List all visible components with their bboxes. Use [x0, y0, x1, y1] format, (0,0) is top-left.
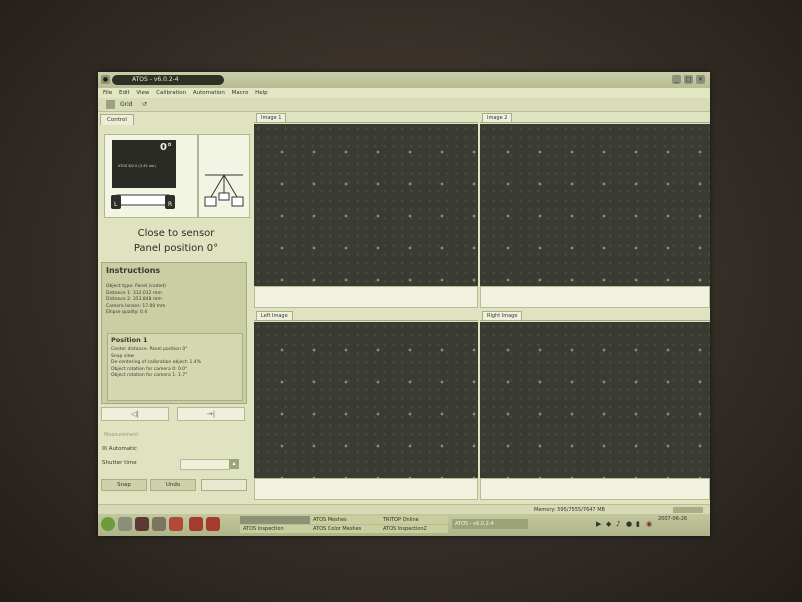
task-blank[interactable]: [240, 516, 310, 524]
task-atos-color-meshes[interactable]: ATOS Color Meshes: [310, 525, 380, 533]
instructions-text: Object type: Panel (coded) Distance 1: 3…: [106, 284, 166, 317]
instructions-box: Instructions Object type: Panel (coded) …: [101, 262, 247, 404]
maximize-icon[interactable]: □: [684, 75, 693, 84]
menu-bar: File Edit View Calibration Automation Ma…: [98, 88, 710, 98]
sensor-monitor-text: ATOS 6/2.0 (3.45 um): [118, 164, 156, 168]
image-1-view[interactable]: [254, 124, 478, 286]
task-atos-active[interactable]: ATOS - v6.0.2-4: [452, 519, 528, 529]
task-atos-inspection[interactable]: ATOS Inspection: [240, 525, 310, 533]
atos-launcher-icon[interactable]: [189, 517, 203, 531]
minimize-icon[interactable]: _: [672, 75, 681, 84]
next-icon: →|: [206, 410, 216, 418]
tab-image-2[interactable]: Image 2: [482, 113, 513, 123]
measurement-label: Measurement: [104, 432, 139, 438]
start-menu-icon[interactable]: [101, 517, 115, 531]
image-2-footer: [480, 286, 710, 308]
left-image-view[interactable]: [254, 322, 478, 478]
tray-alert-icon[interactable]: ◉: [646, 520, 652, 528]
instruction-line: Object type: Panel (coded): [106, 284, 166, 289]
title-bar[interactable]: ● ATOS - v6.0.2-4 _ □ ×: [98, 72, 710, 88]
toolbar-window-icon[interactable]: [106, 100, 115, 109]
tray-media-icon[interactable]: ▶: [596, 520, 601, 528]
menu-automation[interactable]: Automation: [193, 90, 225, 96]
shutter-time-label: Shutter time: [102, 460, 137, 466]
home-icon[interactable]: [118, 517, 132, 531]
right-image-view[interactable]: [480, 322, 710, 478]
editor-icon[interactable]: [152, 517, 166, 531]
menu-calibration[interactable]: Calibration: [156, 90, 186, 96]
svg-text:R: R: [168, 201, 172, 208]
pane-header-image1: Image 1: [254, 112, 478, 123]
previous-icon: ◁|: [131, 410, 139, 418]
atos-launcher-2-icon[interactable]: [206, 517, 220, 531]
position-text: Center distance. Panel position 0° Snap …: [111, 347, 201, 380]
taskbar: ATOS Meshes TRITOP Online ATOS Inspectio…: [98, 514, 710, 536]
tray-volume-icon[interactable]: ♪: [616, 520, 620, 528]
terminal-icon[interactable]: [135, 517, 149, 531]
image-views: Image 1 Image 2 Left Image Right Image: [254, 112, 710, 504]
status-close-to-sensor: Close to sensor: [137, 228, 215, 239]
position-line: Object rotation for camera 1: 1.7°: [111, 373, 188, 378]
window-menu-icon[interactable]: ●: [101, 75, 110, 84]
menu-edit[interactable]: Edit: [119, 90, 130, 96]
position-box: Position 1 Center distance. Panel positi…: [107, 333, 243, 401]
sensor-illustration: 0° ATOS 6/2.0 (3.45 um) L R: [104, 134, 198, 218]
extra-button[interactable]: [201, 479, 247, 491]
menu-file[interactable]: File: [103, 90, 112, 96]
image-1-footer: [254, 286, 478, 308]
tab-image-1[interactable]: Image 1: [256, 113, 287, 123]
status-panel-position: Panel position 0°: [133, 243, 219, 254]
instruction-line: Distance 2: 353.848 mm: [106, 297, 162, 302]
control-panel: Control 0° ATOS 6/2.0 (3.45 um) L R Clos…: [98, 112, 254, 504]
pane-header-image2: Image 2: [480, 112, 710, 123]
position-line: De-centering of calibration object: 1.4%: [111, 360, 201, 365]
close-icon[interactable]: ×: [696, 75, 705, 84]
snap-button[interactable]: Snap: [101, 479, 147, 491]
menu-macro[interactable]: Macro: [232, 90, 249, 96]
automatic-checkbox[interactable]: ☒ Automatic: [102, 446, 137, 452]
pane-header-right-image: Right Image: [480, 310, 710, 321]
tab-control[interactable]: Control: [100, 114, 134, 125]
window-title: ATOS - v6.0.2-4: [112, 75, 224, 85]
toolbar: Grid ↺: [98, 98, 710, 112]
app-launcher-icon[interactable]: [169, 517, 183, 531]
pane-header-left-image: Left Image: [254, 310, 478, 321]
task-atos-meshes[interactable]: ATOS Meshes: [310, 516, 380, 524]
task-atos-inspection2[interactable]: ATOS Inspection2: [380, 525, 448, 533]
tray-update-icon[interactable]: ●: [626, 520, 632, 528]
image-2-view[interactable]: [480, 124, 710, 286]
sensor-stand-icon: L R: [111, 194, 175, 209]
camera-rig-icon: [204, 174, 244, 207]
shutter-time-input[interactable]: [180, 459, 230, 470]
grid-button[interactable]: Grid: [120, 100, 133, 109]
menu-view[interactable]: View: [136, 90, 149, 96]
tab-left-image[interactable]: Left Image: [256, 311, 293, 321]
instructions-title: Instructions: [106, 266, 161, 275]
sensor-monitor-icon: 0° ATOS 6/2.0 (3.45 um): [112, 140, 176, 188]
tab-right-image[interactable]: Right Image: [482, 311, 523, 321]
left-image-footer: [254, 478, 478, 500]
refresh-icon[interactable]: ↺: [142, 100, 147, 109]
monitor-screen: ● ATOS - v6.0.2-4 _ □ × File Edit View C…: [98, 72, 710, 536]
menu-help[interactable]: Help: [255, 90, 268, 96]
position-title: Position 1: [111, 336, 148, 344]
tray-battery-icon[interactable]: ▮: [636, 520, 640, 528]
checkbox-icon[interactable]: ☒: [102, 446, 107, 452]
undo-button[interactable]: Undo: [150, 479, 196, 491]
tray-date: 2007-06-26: [658, 516, 688, 522]
task-tritop-online[interactable]: TRITOP Online: [380, 516, 448, 524]
previous-position-button[interactable]: ◁|: [101, 407, 169, 421]
progress-indicator: [673, 507, 703, 513]
instruction-line: Ellipse quality: 0.4: [106, 310, 148, 315]
right-image-footer: [480, 478, 710, 500]
automatic-label: Automatic: [108, 446, 137, 452]
camera-rig-illustration: [198, 134, 250, 218]
sensor-angle: 0°: [160, 142, 172, 153]
next-position-button[interactable]: →|: [177, 407, 245, 421]
shutter-spin-icon[interactable]: ▴: [229, 459, 239, 469]
tray-network-icon[interactable]: ◆: [606, 520, 611, 528]
